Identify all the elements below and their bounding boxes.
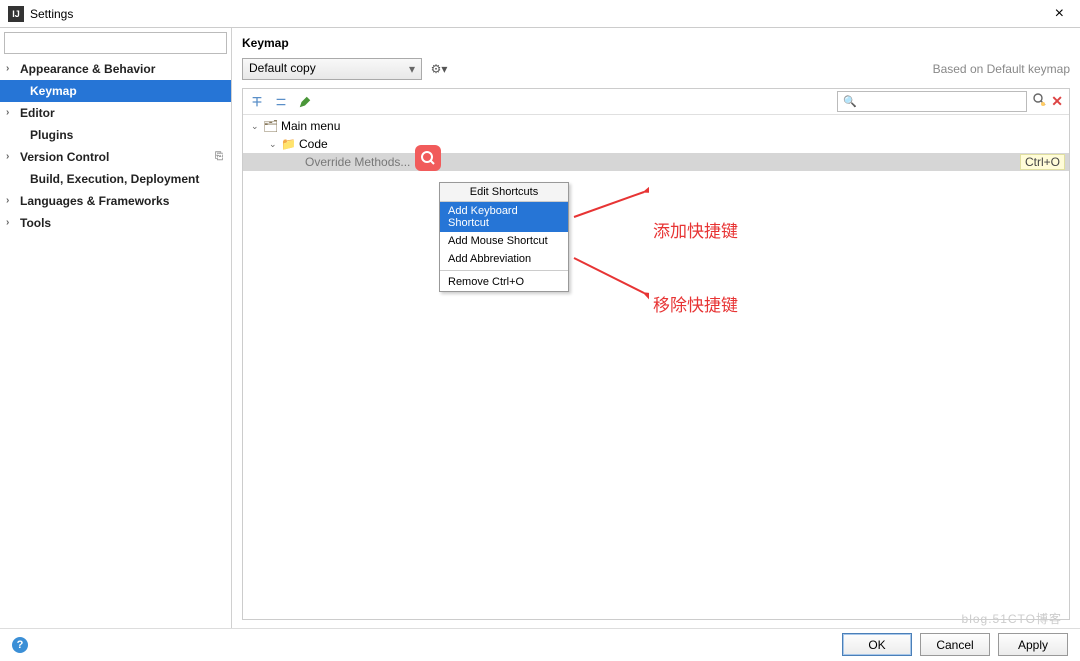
expand-all-icon[interactable] <box>249 94 265 110</box>
footer: ? OK Cancel Apply <box>0 628 1080 660</box>
sidebar-item-label: Version Control <box>20 150 109 164</box>
sidebar-item-languages-frameworks[interactable]: › Languages & Frameworks <box>0 190 231 212</box>
content-title: Keymap <box>242 34 1070 58</box>
sidebar-item-label: Languages & Frameworks <box>20 194 169 208</box>
watermark-search-badge <box>415 145 441 171</box>
shortcut-badge: Ctrl+O <box>1020 154 1065 170</box>
edit-icon[interactable] <box>297 94 313 110</box>
sidebar-item-label: Appearance & Behavior <box>20 62 155 76</box>
vcs-badge-icon: ⎘ <box>215 151 223 162</box>
sidebar-item-build-execution-deployment[interactable]: Build, Execution, Deployment <box>0 168 231 190</box>
chevron-down-icon: ⌄ <box>251 121 263 132</box>
apply-button[interactable]: Apply <box>998 633 1068 656</box>
sidebar-item-tools[interactable]: › Tools <box>0 212 231 234</box>
chevron-right-icon: › <box>6 151 9 162</box>
tree-label: Main menu <box>281 119 340 133</box>
context-menu-header: Edit Shortcuts <box>440 183 568 202</box>
based-on-label: Based on Default keymap <box>933 62 1070 76</box>
sidebar-item-appearance-behavior[interactable]: › Appearance & Behavior <box>0 58 231 80</box>
menu-remove-shortcut[interactable]: Remove Ctrl+O <box>440 273 568 291</box>
sidebar-item-label: Editor <box>20 106 55 120</box>
menu-add-mouse-shortcut[interactable]: Add Mouse Shortcut <box>440 232 568 250</box>
chevron-right-icon: › <box>6 217 9 228</box>
folder-icon: 📁 <box>281 137 297 151</box>
find-action-icon[interactable] <box>1031 92 1047 111</box>
keymap-select-value: Default copy <box>249 61 316 75</box>
search-icon: 🔍 <box>843 95 857 108</box>
collapse-all-icon[interactable] <box>273 94 289 110</box>
clear-icon[interactable]: ✕ <box>1051 93 1063 110</box>
sidebar-item-editor[interactable]: › Editor <box>0 102 231 124</box>
tree-label: Override Methods... <box>305 155 410 169</box>
titlebar: IJ Settings × <box>0 0 1080 28</box>
menu-folder-icon: 🗂 <box>263 119 279 133</box>
cancel-button[interactable]: Cancel <box>920 633 990 656</box>
help-icon[interactable]: ? <box>12 637 28 653</box>
sidebar-search-input[interactable] <box>4 32 227 54</box>
tree-row-override-methods[interactable]: Override Methods... Ctrl+O <box>243 153 1069 171</box>
sidebar: 🔍 ›Appearance & BehaviorKeymap›EditorPlu… <box>0 28 232 628</box>
chevron-right-icon: › <box>6 107 9 118</box>
annotation-arrow <box>569 187 649 227</box>
sidebar-item-version-control[interactable]: › Version Control ⎘ <box>0 146 231 168</box>
menu-add-keyboard-shortcut[interactable]: Add Keyboard Shortcut <box>440 202 568 232</box>
tree-search-input[interactable] <box>837 91 1027 112</box>
app-icon: IJ <box>8 6 24 22</box>
gear-icon[interactable]: ⚙▾ <box>428 58 450 80</box>
tree-toolbar: 🔍 ✕ <box>243 89 1069 115</box>
content-panel: Keymap Default copy ⚙▾ Based on Default … <box>232 28 1080 628</box>
tree-body: ⌄ 🗂 Main menu ⌄ 📁 Code Override Methods.… <box>243 115 1069 171</box>
sidebar-nav: › Appearance & Behavior Keymap › Editor Plugi… <box>0 58 231 628</box>
annotation-arrow <box>569 253 649 303</box>
sidebar-item-label: Keymap <box>30 84 77 98</box>
context-menu: Edit Shortcuts Add Keyboard Shortcut Add… <box>439 182 569 292</box>
ok-button[interactable]: OK <box>842 633 912 656</box>
chevron-down-icon: ⌄ <box>269 139 281 150</box>
window-title: Settings <box>30 7 73 21</box>
chevron-right-icon: › <box>6 63 9 74</box>
annotation-remove: 移除快捷键 <box>653 291 738 316</box>
tree-row-code[interactable]: ⌄ 📁 Code <box>243 135 1069 153</box>
keymap-select[interactable]: Default copy <box>242 58 422 80</box>
tree-label: Code <box>299 137 328 151</box>
annotation-add: 添加快捷键 <box>653 217 738 242</box>
sidebar-item-label: Tools <box>20 216 51 230</box>
sidebar-item-plugins[interactable]: Plugins <box>0 124 231 146</box>
menu-separator <box>440 270 568 271</box>
chevron-right-icon: › <box>6 195 9 206</box>
tree-panel: 🔍 ✕ ⌄ 🗂 Main menu ⌄ 📁 Code <box>242 88 1070 620</box>
close-icon[interactable]: × <box>1047 5 1072 23</box>
watermark-text: blog.51CTO博客 <box>962 610 1062 627</box>
sidebar-item-keymap[interactable]: Keymap <box>0 80 231 102</box>
menu-add-abbreviation[interactable]: Add Abbreviation <box>440 250 568 268</box>
sidebar-item-label: Build, Execution, Deployment <box>30 172 199 186</box>
sidebar-item-label: Plugins <box>30 128 73 142</box>
tree-row-main-menu[interactable]: ⌄ 🗂 Main menu <box>243 117 1069 135</box>
